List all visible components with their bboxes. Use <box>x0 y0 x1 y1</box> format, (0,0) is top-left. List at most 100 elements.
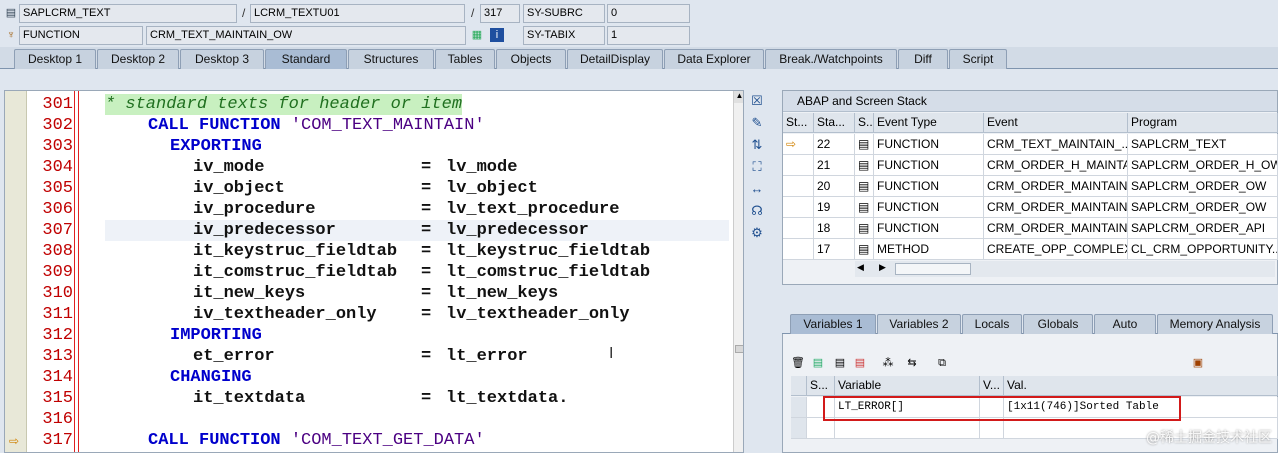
event-type[interactable]: FUNCTION <box>874 218 984 239</box>
scroll-thumb[interactable] <box>735 345 743 353</box>
col-header[interactable]: Sta... <box>814 113 855 133</box>
sysvalue-2[interactable]: 1 <box>607 26 690 45</box>
col-header[interactable]: S... <box>807 376 835 396</box>
doc-icon: ▤ <box>855 155 874 176</box>
event[interactable]: CRM_ORDER_MAINTAIN <box>984 218 1128 239</box>
event-type[interactable]: FUNCTION <box>874 134 984 155</box>
resize-icon[interactable]: ↔ <box>748 180 766 198</box>
program[interactable]: SAPLCRM_ORDER_OW <box>1128 176 1278 197</box>
close-icon[interactable]: ☒ <box>748 92 766 110</box>
tab-objects[interactable]: Objects <box>496 49 566 69</box>
stack-level[interactable]: 21 <box>814 155 855 176</box>
name-field[interactable]: CRM_TEXT_MAINTAIN_OW <box>146 26 466 45</box>
line-number: 311 <box>42 305 73 324</box>
row-selector[interactable] <box>791 418 807 439</box>
param: et_error <box>193 347 275 366</box>
source-editor[interactable]: 301 302 303 304 305 306 307 308 309 310 … <box>4 90 744 453</box>
program[interactable]: SAPLCRM_ORDER_OW <box>1128 197 1278 218</box>
event-type[interactable]: FUNCTION <box>874 155 984 176</box>
structure-icon[interactable]: ⁂ <box>881 356 895 370</box>
tab-auto[interactable]: Auto <box>1094 314 1156 334</box>
col-header[interactable]: Program <box>1128 113 1278 133</box>
tab-memory-analysis[interactable]: Memory Analysis <box>1157 314 1273 334</box>
sysvalue-1[interactable]: 0 <box>607 4 690 23</box>
col-header[interactable]: Variable <box>835 376 980 396</box>
param: iv_predecessor <box>193 221 336 240</box>
variable-name[interactable] <box>835 418 980 439</box>
stack-level[interactable]: 22 <box>814 134 855 155</box>
services-icon[interactable]: ☊ <box>748 202 766 220</box>
tab-variables-1[interactable]: Variables 1 <box>790 314 876 334</box>
tab-desktop-1[interactable]: Desktop 1 <box>14 49 96 69</box>
include-field[interactable]: LCRM_TEXTU01 <box>250 4 465 23</box>
stack-hscroll[interactable]: ◀ ▶ <box>855 261 1275 277</box>
scroll-right-icon[interactable]: ▶ <box>879 262 886 273</box>
scroll-left-icon[interactable]: ◀ <box>857 262 864 273</box>
breakpoint-gutter[interactable] <box>5 91 27 452</box>
tab-diff[interactable]: Diff <box>898 49 948 69</box>
save-icon[interactable]: ▣ <box>1191 356 1205 370</box>
col-header[interactable]: Event Type <box>874 113 984 133</box>
navigate-icon[interactable]: ⇆ <box>905 356 919 370</box>
assign-eq: = <box>421 200 432 219</box>
event[interactable]: CRM_TEXT_MAINTAIN_... <box>984 134 1128 155</box>
event[interactable]: CRM_ORDER_H_MAINTA... <box>984 155 1128 176</box>
tab-standard[interactable]: Standard <box>265 49 347 69</box>
param: iv_textheader_only <box>193 305 377 324</box>
tab-locals[interactable]: Locals <box>962 314 1022 334</box>
col-header[interactable]: S... <box>855 113 874 133</box>
info-icon[interactable]: i <box>490 28 504 42</box>
row-selector[interactable] <box>791 397 807 418</box>
maximize-icon[interactable]: ⛶ <box>748 158 766 176</box>
swap-tool-icon[interactable]: ⇅ <box>748 136 766 154</box>
program[interactable]: SAPLCRM_ORDER_API <box>1128 218 1278 239</box>
stack-level[interactable]: 19 <box>814 197 855 218</box>
scroll-up-icon[interactable]: ▲ <box>734 91 743 103</box>
event[interactable]: CRM_ORDER_MAINTAIN... <box>984 176 1128 197</box>
col-header[interactable]: V... <box>980 376 1004 396</box>
doc-icon: ▤ <box>855 218 874 239</box>
source-icon[interactable]: ▦ <box>470 28 484 42</box>
tab-script[interactable]: Script <box>949 49 1007 69</box>
sysfield-2[interactable]: SY-TABIX <box>523 26 605 45</box>
tab-breakpoints[interactable]: Break./Watchpoints <box>765 49 897 69</box>
tab-data-explorer[interactable]: Data Explorer <box>664 49 764 69</box>
param-value: lt_keystruc_fieldtab <box>446 242 651 261</box>
event-type[interactable]: METHOD <box>874 239 984 260</box>
event-type[interactable]: FUNCTION <box>874 197 984 218</box>
type-field[interactable]: FUNCTION <box>19 26 143 45</box>
col-header[interactable]: Val. <box>1004 376 1278 396</box>
col-header[interactable]: St... <box>783 113 814 133</box>
settings-icon[interactable]: ⚙ <box>748 224 766 242</box>
detail-icon[interactable]: ▤ <box>833 356 847 370</box>
tab-variables-2[interactable]: Variables 2 <box>877 314 961 334</box>
new-tool-icon[interactable]: ✎ <box>748 114 766 132</box>
program-field[interactable]: SAPLCRM_TEXT <box>19 4 237 23</box>
program[interactable]: SAPLCRM_TEXT <box>1128 134 1278 155</box>
line-field[interactable]: 317 <box>480 4 520 23</box>
remove-icon[interactable]: ▤ <box>853 356 867 370</box>
tab-tables[interactable]: Tables <box>435 49 495 69</box>
program[interactable]: SAPLCRM_ORDER_H_OW <box>1128 155 1278 176</box>
col-header[interactable]: Event <box>984 113 1128 133</box>
program[interactable]: CL_CRM_OPPORTUNITY... <box>1128 239 1278 260</box>
scroll-thumb[interactable] <box>895 263 971 275</box>
event[interactable]: CREATE_OPP_COMPLEX... <box>984 239 1128 260</box>
doc-icon: ▤ <box>855 176 874 197</box>
delete-icon[interactable]: 🗑 <box>791 356 805 370</box>
event[interactable]: CRM_ORDER_MAINTAIN... <box>984 197 1128 218</box>
tab-globals[interactable]: Globals <box>1023 314 1093 334</box>
tab-detaildisplay[interactable]: DetailDisplay <box>567 49 663 69</box>
tab-desktop-2[interactable]: Desktop 2 <box>97 49 179 69</box>
stack-level[interactable]: 17 <box>814 239 855 260</box>
stack-level[interactable]: 18 <box>814 218 855 239</box>
event-type[interactable]: FUNCTION <box>874 176 984 197</box>
tab-desktop-3[interactable]: Desktop 3 <box>180 49 264 69</box>
keyword: EXPORTING <box>170 137 262 156</box>
insert-icon[interactable]: ▤ <box>811 356 825 370</box>
tab-structures[interactable]: Structures <box>348 49 434 69</box>
editor-scrollbar[interactable]: ▲ <box>733 91 743 452</box>
filter-icon[interactable]: ⧉ <box>935 356 949 370</box>
stack-level[interactable]: 20 <box>814 176 855 197</box>
sysfield-1[interactable]: SY-SUBRC <box>523 4 605 23</box>
